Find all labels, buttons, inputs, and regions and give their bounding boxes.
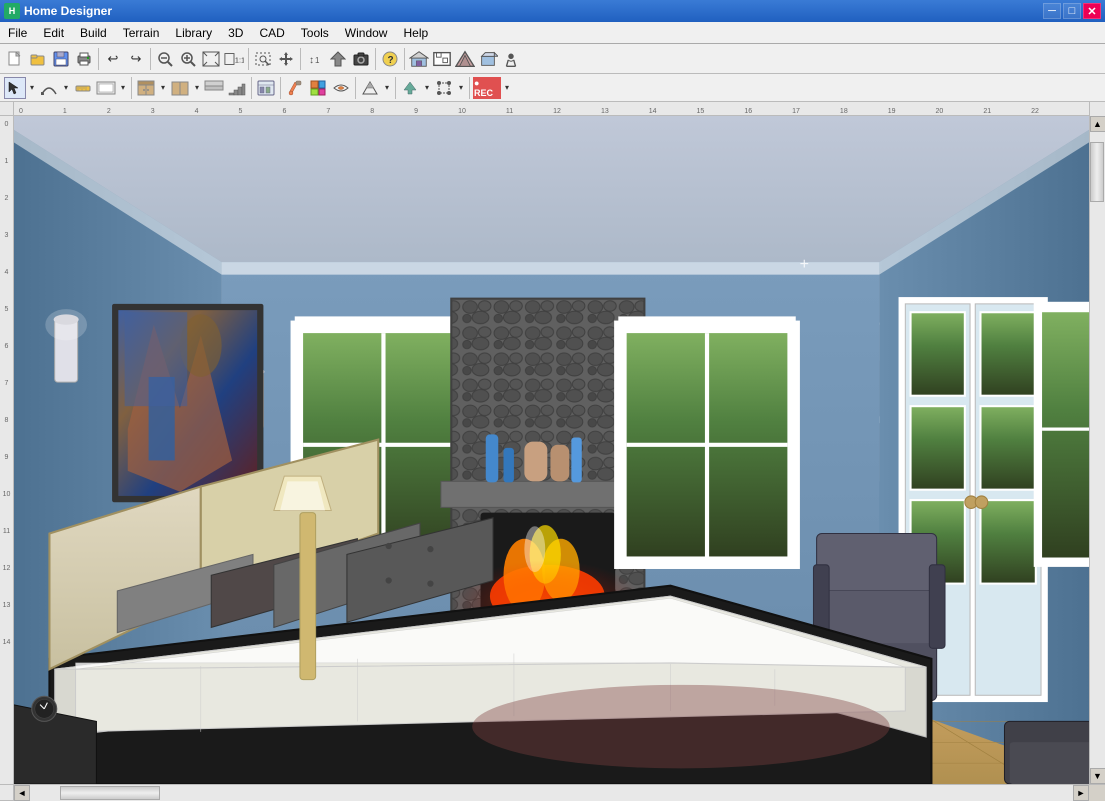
terrain-button[interactable] [359, 77, 381, 99]
select-dropdown[interactable]: ▾ [27, 77, 37, 99]
maximize-button[interactable]: □ [1063, 3, 1081, 19]
svg-text:?: ? [388, 55, 394, 66]
terrain-dropdown[interactable]: ▾ [382, 77, 392, 99]
view-dropdown[interactable]: ▾ [118, 77, 128, 99]
top-ruler: 012345678910111213141516171819202122 [14, 102, 1089, 116]
separator-t2-5 [395, 77, 396, 99]
scroll-track-vertical[interactable] [1090, 132, 1105, 768]
svg-text:1: 1 [315, 56, 320, 65]
camera-button[interactable] [350, 48, 372, 70]
undo-button[interactable]: ↩ [102, 48, 124, 70]
toolbar-row-1: ↩ ↪ 1:1 ↕1 ? [0, 44, 1105, 74]
menu-item-build[interactable]: Build [72, 22, 115, 43]
zoom-in-button[interactable] [177, 48, 199, 70]
record-button[interactable]: ● REC [473, 77, 501, 99]
transform-button[interactable] [433, 77, 455, 99]
title-bar-left: H Home Designer [4, 3, 112, 19]
stair-button[interactable] [226, 77, 248, 99]
scroll-up-button[interactable]: ▲ [1090, 116, 1105, 132]
menu-item-edit[interactable]: Edit [35, 22, 72, 43]
open-button[interactable] [27, 48, 49, 70]
move-up-button[interactable] [399, 77, 421, 99]
select-tool-button[interactable] [4, 77, 26, 99]
cabinet2-button[interactable] [169, 77, 191, 99]
walkthrough-button[interactable] [500, 48, 522, 70]
print-button[interactable] [73, 48, 95, 70]
separator-t2-1 [131, 77, 132, 99]
separator-5 [375, 48, 376, 70]
view-angle-button[interactable] [95, 77, 117, 99]
scroll-right-button[interactable]: ► [1073, 785, 1089, 801]
arc-dropdown[interactable]: ▾ [61, 77, 71, 99]
right-scrollbar[interactable]: ▲ ▼ [1089, 116, 1105, 784]
zoom-fit-button[interactable] [200, 48, 222, 70]
separator-2 [150, 48, 151, 70]
menu-item-window[interactable]: Window [337, 22, 396, 43]
paint-all-button[interactable] [330, 77, 352, 99]
title-bar: H Home Designer ─ □ ✕ [0, 0, 1105, 22]
svg-text:1:1: 1:1 [235, 55, 244, 64]
title-bar-controls[interactable]: ─ □ ✕ [1043, 3, 1101, 19]
window-title: Home Designer [24, 4, 112, 18]
menu-item-cad[interactable]: CAD [251, 22, 292, 43]
draw-arc-button[interactable] [38, 77, 60, 99]
separator-t2-4 [355, 77, 356, 99]
minimize-button[interactable]: ─ [1043, 3, 1061, 19]
menu-item-tools[interactable]: Tools [293, 22, 337, 43]
menu-item-help[interactable]: Help [395, 22, 436, 43]
tape-measure-button[interactable] [72, 77, 94, 99]
pan-button[interactable] [275, 48, 297, 70]
scrollbar-corner-left [0, 785, 14, 801]
menu-bar: File Edit Build Terrain Library 3D CAD T… [0, 22, 1105, 44]
zoom-out-button[interactable] [154, 48, 176, 70]
library-browser-button[interactable] [255, 77, 277, 99]
separator-6 [404, 48, 405, 70]
left-ruler: 01234567891011121314 [0, 116, 14, 784]
scroll-left-button[interactable]: ◄ [14, 785, 30, 801]
material-button[interactable] [307, 77, 329, 99]
cabinet2-dropdown[interactable]: ▾ [192, 77, 202, 99]
menu-item-terrain[interactable]: Terrain [115, 22, 168, 43]
paint-button[interactable] [284, 77, 306, 99]
move-dropdown[interactable]: ▾ [422, 77, 432, 99]
record-dropdown[interactable]: ▾ [502, 77, 512, 99]
scroll-track-horizontal[interactable] [30, 785, 1073, 801]
cabinet-dropdown[interactable]: ▾ [158, 77, 168, 99]
3d-view-button[interactable] [477, 48, 499, 70]
bottom-scrollbar[interactable]: ◄ ► [0, 784, 1105, 800]
redo-button[interactable]: ↪ [125, 48, 147, 70]
cabinet-button[interactable] [135, 77, 157, 99]
viewport-3d[interactable]: + [14, 116, 1089, 784]
separator-3 [248, 48, 249, 70]
new-button[interactable] [4, 48, 26, 70]
zoom-real-button[interactable]: 1:1 [223, 48, 245, 70]
roof-up-button[interactable] [327, 48, 349, 70]
save-button[interactable] [50, 48, 72, 70]
separator-t2-6 [469, 77, 470, 99]
height-button[interactable]: ↕1 [304, 48, 326, 70]
floor-view-button[interactable] [431, 48, 453, 70]
separator-t2-2 [251, 77, 252, 99]
separator-4 [300, 48, 301, 70]
svg-text:↕: ↕ [309, 55, 314, 66]
close-button[interactable]: ✕ [1083, 3, 1101, 19]
menu-item-file[interactable]: File [0, 22, 35, 43]
soffit-button[interactable] [203, 77, 225, 99]
help-button[interactable]: ? [379, 48, 401, 70]
zoom-marquee-button[interactable] [252, 48, 274, 70]
exterior-view-button[interactable] [408, 48, 430, 70]
separator-1 [98, 48, 99, 70]
scroll-thumb-vertical[interactable] [1090, 142, 1104, 202]
app-icon: H [4, 3, 20, 19]
roof-view-button[interactable] [454, 48, 476, 70]
toolbar-row-2: ▾ ▾ ▾ ▾ ▾ ▾ ▾ [0, 74, 1105, 102]
menu-item-library[interactable]: Library [167, 22, 220, 43]
scroll-thumb-horizontal[interactable] [60, 786, 160, 800]
room-scene [14, 116, 1089, 784]
transform-dropdown[interactable]: ▾ [456, 77, 466, 99]
menu-item-3d[interactable]: 3D [220, 22, 251, 43]
scroll-down-button[interactable]: ▼ [1090, 768, 1105, 784]
ruler-corner [0, 102, 14, 116]
separator-t2-3 [280, 77, 281, 99]
